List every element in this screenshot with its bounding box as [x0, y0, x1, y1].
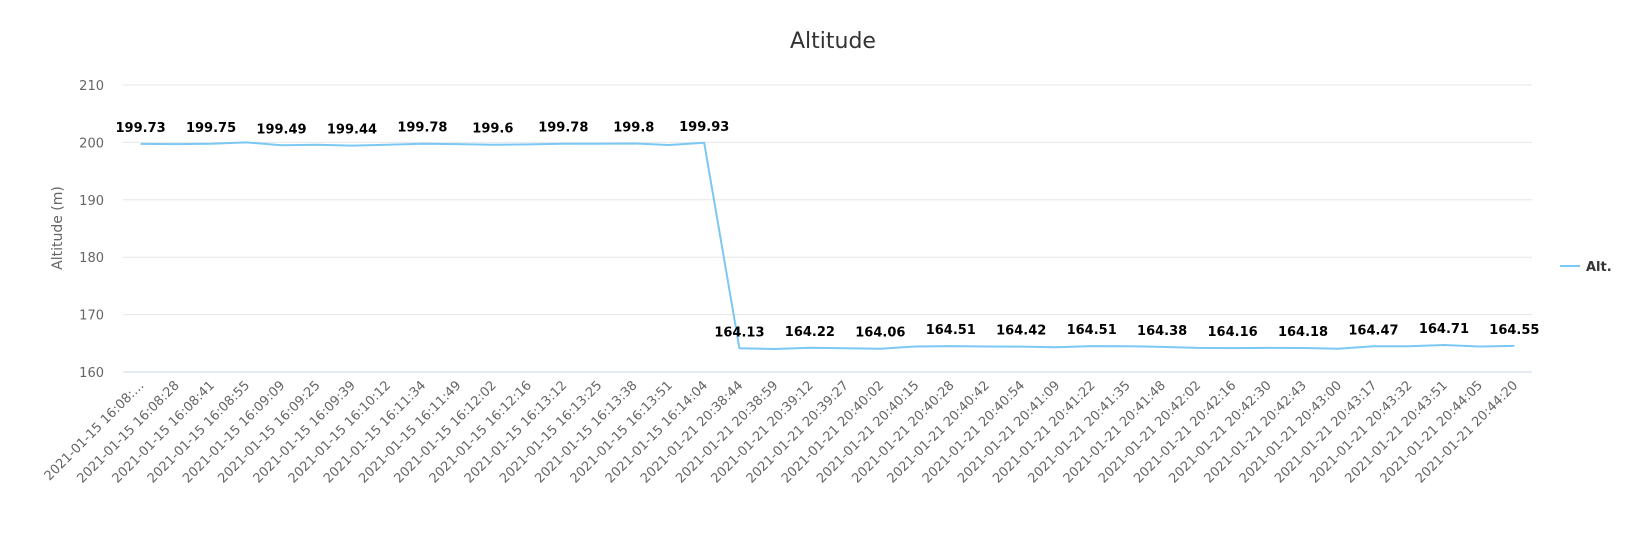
- data-label: 164.71: [1419, 322, 1469, 337]
- data-label: 164.51: [1067, 323, 1117, 338]
- y-tick-label: 210: [79, 79, 104, 94]
- x-axis-ticks: 2021-01-15 16:08:…2021-01-15 16:08:28202…: [42, 378, 1522, 486]
- data-label: 199.73: [116, 121, 166, 136]
- data-label: 199.6: [472, 122, 513, 137]
- chart-title: Altitude: [790, 29, 876, 54]
- series-line-alt[interactable]: [140, 141, 1515, 350]
- data-label: 199.93: [679, 120, 729, 135]
- data-label: 199.8: [613, 121, 654, 136]
- data-label: 164.13: [714, 325, 764, 340]
- chart-canvas: Altitude 160 170 180 190 200 210 Altitude (m)…: [42, 29, 1612, 486]
- y-axis-ticks: 160 170 180 190 200 210: [79, 79, 104, 381]
- y-tick-label: 170: [79, 309, 104, 324]
- data-label: 164.51: [926, 323, 976, 338]
- y-tick-label: 160: [79, 366, 104, 381]
- data-label: 199.75: [186, 121, 236, 136]
- data-label: 164.16: [1208, 325, 1258, 340]
- data-labels: 199.73 199.75 199.49 199.44 199.78 199.6 199.7…: [116, 120, 1540, 341]
- series-layer: [140, 141, 1515, 350]
- data-label: 164.22: [785, 325, 835, 340]
- data-label: 199.44: [327, 123, 377, 138]
- legend-label-alt: Alt.: [1586, 260, 1612, 275]
- altitude-chart: Altitude 160 170 180 190 200 210 Altitude (m)…: [0, 0, 1647, 555]
- data-label: 164.06: [855, 326, 905, 341]
- y-tick-label: 200: [79, 136, 104, 151]
- y-tick-label: 190: [79, 194, 104, 209]
- y-tick-label: 180: [79, 251, 104, 266]
- data-label: 164.47: [1348, 323, 1398, 338]
- data-label: 164.42: [996, 324, 1046, 339]
- data-label: 199.78: [397, 121, 447, 136]
- data-label: 164.38: [1137, 324, 1187, 339]
- data-label: 164.18: [1278, 325, 1328, 340]
- data-label: 164.55: [1489, 323, 1539, 338]
- y-axis-label: Altitude (m): [50, 186, 66, 270]
- legend[interactable]: Alt.: [1560, 260, 1612, 275]
- data-label: 199.49: [256, 122, 306, 137]
- data-label: 199.78: [538, 121, 588, 136]
